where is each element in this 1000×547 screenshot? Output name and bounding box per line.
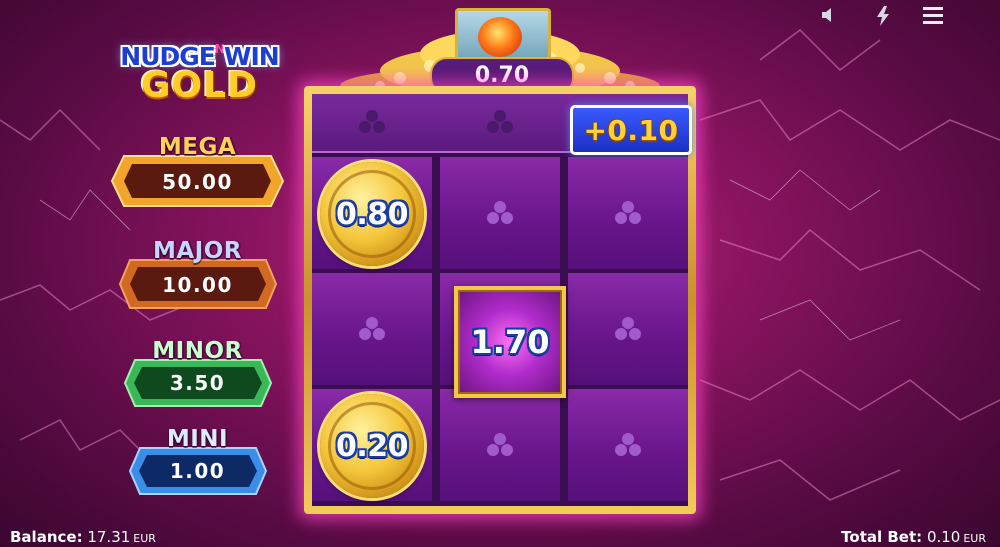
speaker-icon[interactable]: [818, 6, 840, 28]
jackpot-major-value: 10.00: [162, 273, 233, 297]
cluster-symbol-icon: [487, 110, 513, 133]
jackpot-mega: MEGA 50.00: [110, 134, 285, 207]
total-bet-display[interactable]: Total Bet: 0.10 EUR: [841, 528, 986, 546]
grid-cell: [568, 157, 688, 269]
jackpot-mega-value: 50.00: [162, 170, 233, 194]
lightning-icon[interactable]: [872, 6, 894, 28]
cluster-symbol-icon: [615, 317, 641, 340]
cluster-symbol-icon: [615, 201, 641, 224]
grid-cell: [568, 389, 688, 501]
gold-coin: 0.20: [320, 394, 424, 498]
balance-display: Balance: 17.31 EUR: [10, 528, 156, 546]
jackpot-major: MAJOR 10.00: [110, 238, 285, 309]
cluster-symbol-icon: [359, 317, 385, 340]
bonus-row: +0.10: [312, 94, 692, 155]
cluster-symbol-icon: [487, 201, 513, 224]
game-logo: NUDGENWIN GOLD: [120, 42, 279, 106]
jackpot-mini-title: MINI: [166, 426, 229, 452]
grid-cell: [440, 157, 560, 269]
jackpot-minor-title: MINOR: [152, 338, 243, 364]
gold-coin: 0.80: [320, 162, 424, 266]
jackpot-mini: MINI 1.00: [110, 426, 285, 495]
status-bar: Balance: 17.31 EUR Total Bet: 0.10 EUR: [0, 525, 1000, 547]
jackpot-minor: MINOR 3.50: [110, 338, 285, 407]
grid-cell: [568, 273, 688, 385]
jackpot-mega-title: MEGA: [158, 134, 237, 160]
menu-icon[interactable]: [922, 6, 944, 28]
reel-frame: +0.10 0.80 0.20 1.70: [304, 86, 696, 514]
jackpot-mini-value: 1.00: [169, 459, 226, 483]
jackpot-major-title: MAJOR: [152, 238, 242, 264]
reel-grid: +0.10 0.80 0.20 1.70: [312, 94, 692, 506]
cluster-symbol-icon: [487, 433, 513, 456]
jackpot-minor-value: 3.50: [169, 371, 226, 395]
grid-cell: [312, 273, 432, 385]
grid-cell: [440, 389, 560, 501]
cluster-symbol-icon: [359, 110, 385, 133]
special-symbol: 1.70: [454, 286, 566, 398]
cluster-symbol-icon: [615, 433, 641, 456]
bonus-plus-value: +0.10: [570, 105, 692, 155]
